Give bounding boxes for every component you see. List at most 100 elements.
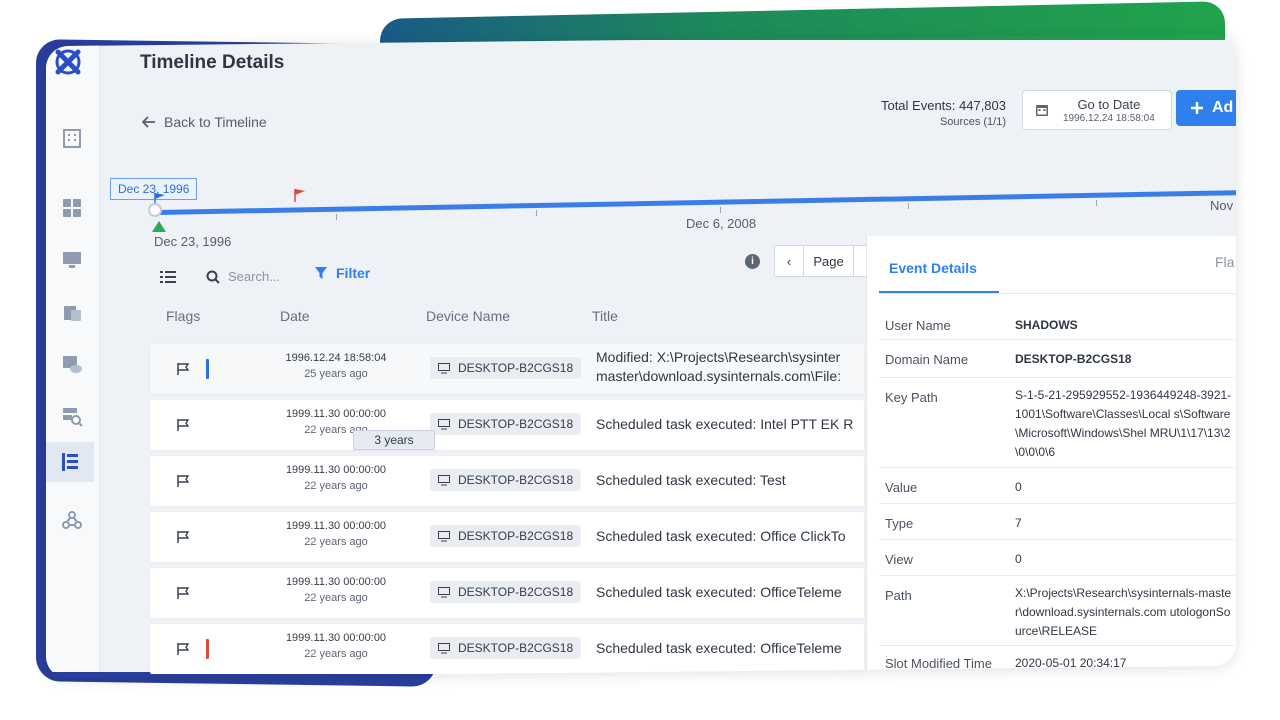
flag-icon[interactable] bbox=[176, 586, 190, 600]
tab-flags[interactable]: Fla bbox=[1215, 254, 1234, 270]
back-link-label: Back to Timeline bbox=[164, 114, 267, 130]
monitor-icon[interactable] bbox=[52, 240, 92, 280]
back-to-timeline-link[interactable]: Back to Timeline bbox=[142, 114, 267, 130]
detail-value: 0 bbox=[1015, 552, 1022, 566]
page-indicator[interactable]: Page bbox=[804, 245, 854, 277]
search-server-icon[interactable] bbox=[52, 396, 92, 436]
go-to-date-value: 1996.12.24 18:58:04 bbox=[1063, 112, 1155, 124]
network-icon[interactable] bbox=[52, 500, 92, 540]
cloud-icon[interactable] bbox=[52, 344, 92, 384]
table-header: Flags Date Device Name Title bbox=[140, 308, 840, 332]
sidebar bbox=[46, 40, 100, 672]
prev-page-button[interactable]: ‹ bbox=[774, 245, 804, 277]
table-row[interactable]: 1999.11.30 00:00:00 22 years ago DESKTOP-… bbox=[150, 568, 864, 618]
detail-key: User Name bbox=[885, 318, 951, 333]
add-button[interactable]: Ad bbox=[1176, 90, 1236, 126]
main-content: Timeline Details Back to Timeline Total … bbox=[100, 40, 1236, 679]
table-row[interactable]: 1999.11.30 00:00:00 22 years ago DESKTOP-… bbox=[150, 400, 864, 450]
table-row[interactable]: 1999.11.30 00:00:00 22 years ago DESKTOP-… bbox=[150, 624, 864, 674]
detail-key: Type bbox=[885, 516, 914, 531]
device-chip[interactable]: DESKTOP-B2CGS18 bbox=[430, 525, 582, 547]
row-ago: 22 years ago bbox=[304, 480, 368, 492]
case-icon[interactable] bbox=[52, 292, 92, 332]
table-row[interactable]: 1996.12.24 18:58:04 25 years ago DESKTOP-… bbox=[150, 344, 864, 394]
dashboard-icon[interactable] bbox=[52, 188, 92, 228]
detail-key: Value bbox=[885, 480, 918, 495]
flag-icon[interactable] bbox=[176, 362, 190, 376]
monitor-icon bbox=[438, 530, 450, 541]
flag-icon[interactable] bbox=[176, 530, 190, 544]
flag-marker-red-icon[interactable] bbox=[294, 188, 306, 202]
timeline-handle[interactable] bbox=[148, 203, 162, 217]
row-title-line1: Modified: X:\Projects\Research\sysinter bbox=[596, 349, 841, 365]
info-icon[interactable]: i bbox=[745, 253, 760, 269]
device-chip[interactable]: DESKTOP-B2CGS18 bbox=[430, 637, 582, 659]
tab-event-details[interactable]: Event Details bbox=[889, 260, 977, 276]
detail-value: 7 bbox=[1015, 516, 1022, 530]
add-button-label: Ad bbox=[1212, 99, 1234, 116]
row-ago: 22 years ago bbox=[304, 536, 368, 548]
building-icon[interactable] bbox=[52, 118, 92, 158]
monitor-icon bbox=[438, 474, 450, 485]
row-title: Scheduled task executed: OfficeTeleme bbox=[596, 584, 842, 600]
device-chip[interactable]: DESKTOP-B2CGS18 bbox=[430, 581, 582, 603]
detail-value: X:\Projects\Research\sysinternals-master… bbox=[1015, 586, 1232, 638]
row-ago: 22 years ago bbox=[304, 592, 368, 604]
detail-row: View 0 bbox=[879, 540, 1235, 576]
device-name: DESKTOP-B2CGS18 bbox=[458, 417, 574, 431]
row-title: Modified: X:\Projects\Research\sysinter m… bbox=[596, 348, 864, 386]
row-date: 1999.11.30 00:00:00 bbox=[285, 464, 387, 476]
device-chip[interactable]: DESKTOP-B2CGS18 bbox=[430, 413, 582, 435]
detail-key: Path bbox=[885, 588, 912, 603]
go-to-date-button[interactable]: Go to Date 1996.12.24 18:58:04 bbox=[1022, 90, 1172, 130]
calendar-icon bbox=[1036, 105, 1048, 116]
monitor-icon bbox=[438, 586, 450, 597]
monitor-icon bbox=[438, 642, 450, 653]
list-view-icon[interactable] bbox=[160, 271, 176, 283]
row-title-line2: master\download.sysinternals.com\File: bbox=[596, 368, 842, 384]
flag-color-bar bbox=[206, 359, 209, 379]
row-date: 1996.12.24 18:58:04 bbox=[285, 352, 387, 364]
total-events: Total Events: 447,803 bbox=[880, 98, 1006, 113]
detail-row: Key Path S-1-5-21-295929552-1936449248-39… bbox=[879, 378, 1235, 468]
timeline-tick bbox=[908, 203, 909, 209]
device-name: DESKTOP-B2CGS18 bbox=[458, 473, 574, 487]
flag-icon[interactable] bbox=[176, 418, 190, 432]
pagination: i ‹ Page › bbox=[745, 245, 884, 277]
event-details-panel: Event Details Fla User Name SHADOWS Domai… bbox=[866, 236, 1236, 679]
column-header-device[interactable]: Device Name bbox=[426, 308, 510, 324]
page-title: Timeline Details bbox=[140, 52, 285, 73]
search-input[interactable]: Search... bbox=[206, 269, 280, 284]
row-title: Scheduled task executed: Office ClickTo bbox=[596, 528, 846, 544]
column-header-date[interactable]: Date bbox=[280, 308, 310, 324]
device-name: DESKTOP-B2CGS18 bbox=[458, 585, 574, 599]
logo-icon[interactable] bbox=[52, 48, 84, 84]
device-chip[interactable]: DESKTOP-B2CGS18 bbox=[430, 469, 582, 491]
detail-row: User Name SHADOWS bbox=[879, 306, 1235, 340]
flag-icon[interactable] bbox=[176, 642, 190, 656]
column-header-flags[interactable]: Flags bbox=[166, 308, 200, 324]
monitor-icon bbox=[438, 418, 450, 429]
column-header-title[interactable]: Title bbox=[592, 308, 618, 324]
device-name: DESKTOP-B2CGS18 bbox=[458, 641, 574, 655]
sources-count: Sources (1/1) bbox=[939, 116, 1006, 128]
timeline-tick bbox=[1096, 200, 1097, 206]
detail-value: 2020-05-01 20:34:17 bbox=[1015, 656, 1127, 670]
timeline-icon[interactable] bbox=[46, 442, 94, 482]
timeline-bar[interactable] bbox=[155, 190, 1236, 215]
timeline-tick bbox=[536, 210, 537, 216]
table-row[interactable]: 1999.11.30 00:00:00 22 years ago DESKTOP-… bbox=[150, 512, 864, 562]
table-row[interactable]: 1999.11.30 00:00:00 22 years ago DESKTOP-… bbox=[150, 456, 864, 506]
detail-key: View bbox=[885, 552, 913, 567]
filter-label: Filter bbox=[336, 265, 371, 281]
search-icon bbox=[206, 270, 220, 284]
device-chip[interactable]: DESKTOP-B2CGS18 bbox=[430, 357, 582, 379]
go-to-date-label: Go to Date bbox=[1077, 96, 1141, 112]
row-date: 1999.11.30 00:00:00 bbox=[285, 632, 387, 644]
row-date: 1999.11.30 00:00:00 bbox=[285, 576, 387, 588]
flag-icon[interactable] bbox=[176, 474, 190, 488]
row-title: Scheduled task executed: Test bbox=[596, 472, 786, 488]
detail-key: Domain Name bbox=[885, 352, 969, 367]
filter-button[interactable]: Filter bbox=[314, 265, 370, 281]
arrow-left-icon bbox=[142, 116, 155, 128]
